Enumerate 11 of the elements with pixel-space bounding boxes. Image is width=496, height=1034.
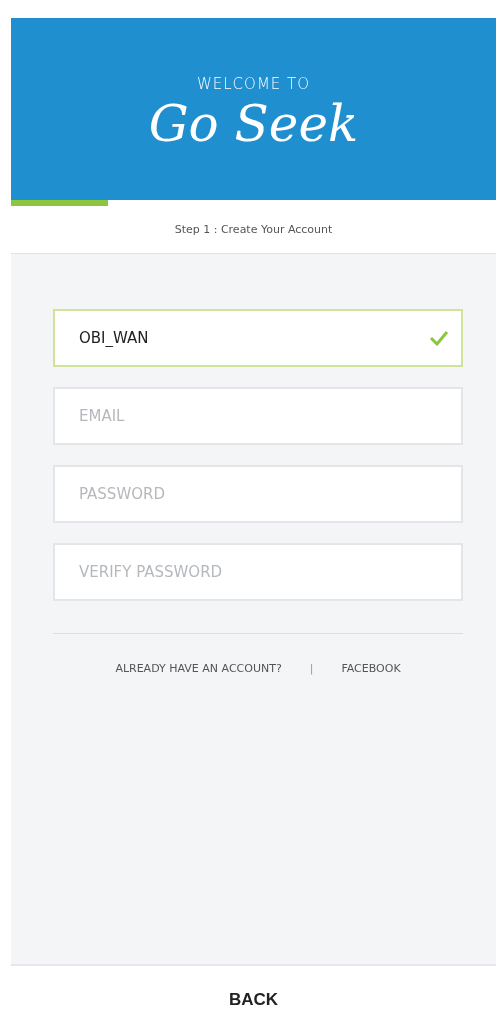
separator: | bbox=[309, 662, 314, 675]
input-field[interactable]: PASSWORD bbox=[53, 465, 463, 523]
input-field[interactable]: VERIFY PASSWORD bbox=[53, 543, 463, 601]
link[interactable]: ALREADY HAVE AN ACCOUNT? bbox=[115, 662, 282, 675]
link[interactable]: FACEBOOK bbox=[341, 662, 401, 675]
check-icon bbox=[429, 330, 449, 346]
input-field[interactable]: OBI_WAN bbox=[53, 309, 463, 367]
welcome-text: WELCOME TO bbox=[196, 75, 311, 93]
step-label: Step 1 : Create Your Account bbox=[174, 223, 333, 236]
logo-text: Go Seek bbox=[148, 95, 359, 153]
input-field[interactable]: EMAIL bbox=[53, 387, 463, 445]
